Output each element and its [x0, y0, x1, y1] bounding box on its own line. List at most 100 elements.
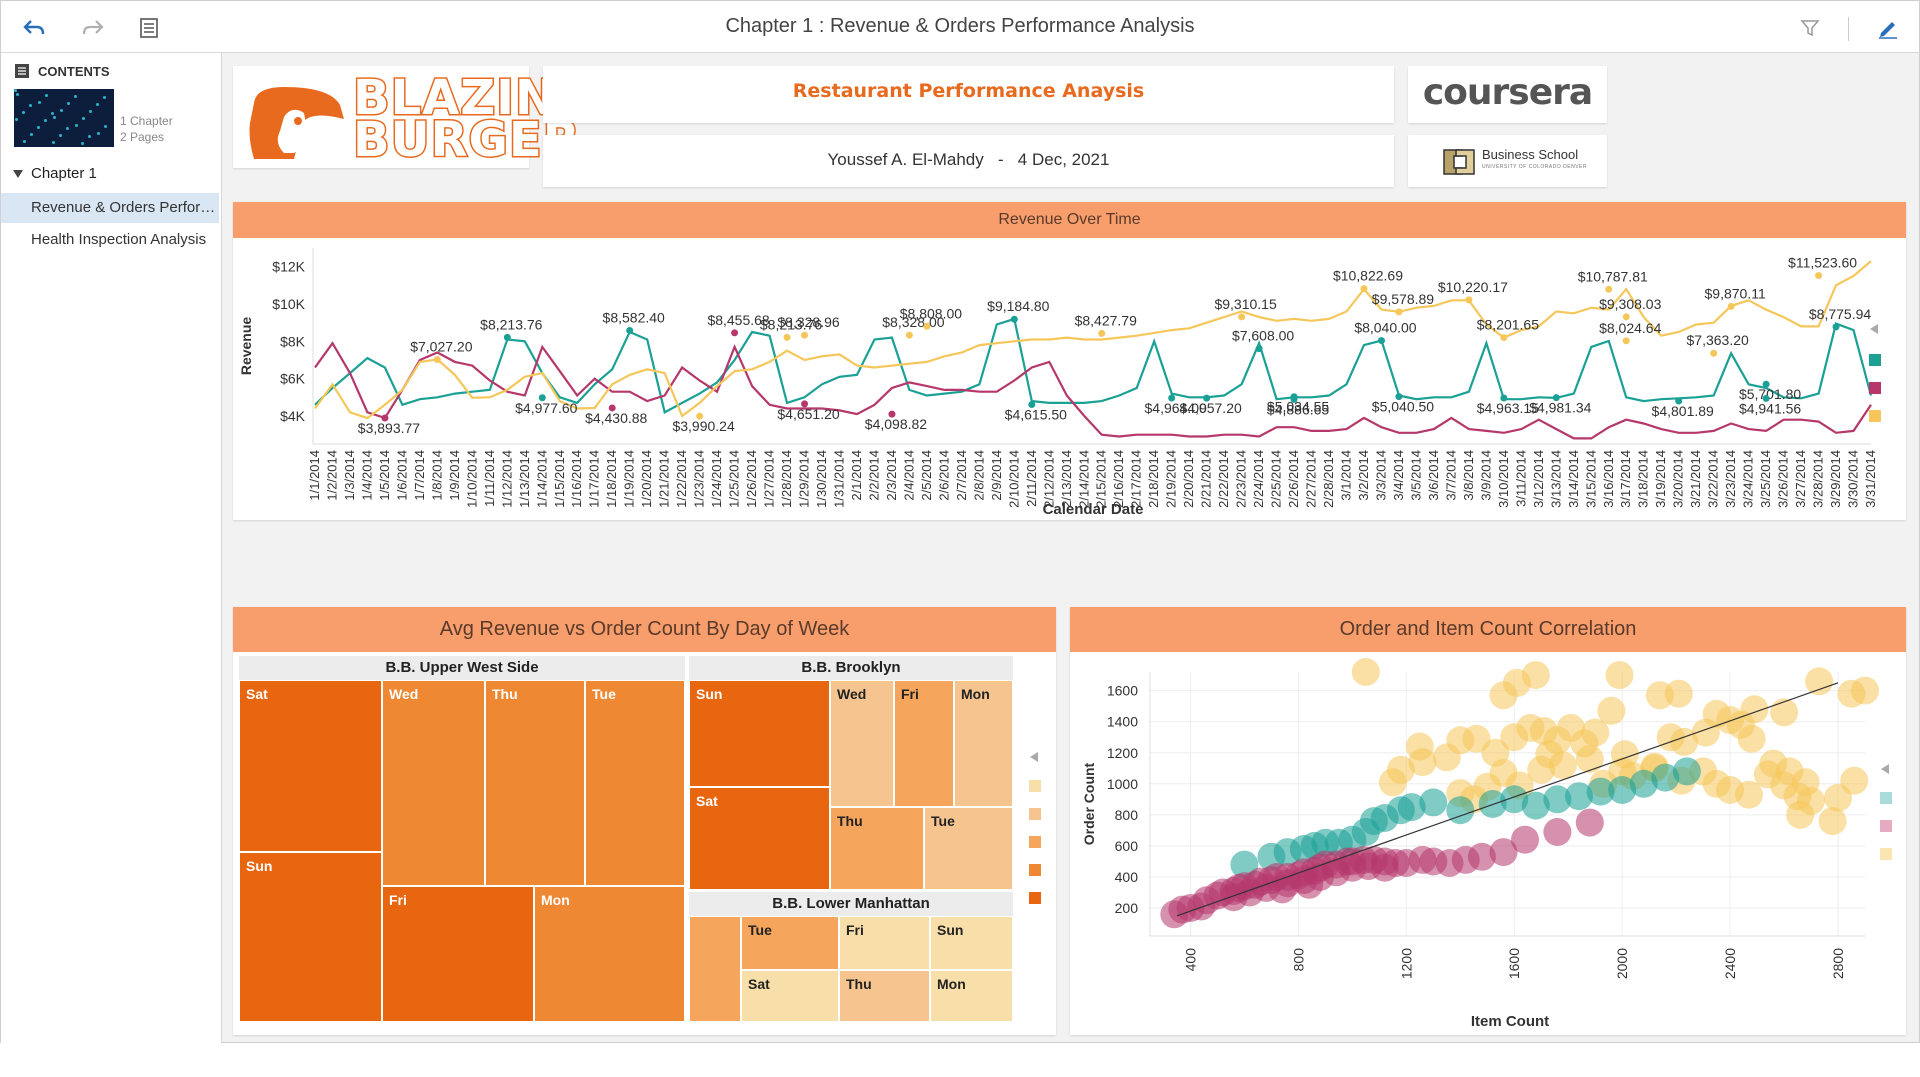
filter-icon[interactable] [1797, 15, 1823, 41]
data-point [1377, 337, 1385, 345]
treemap-cell[interactable]: Fri [382, 886, 534, 1022]
thumbnail-dot [16, 93, 19, 96]
x-tick-label: 2/5/2014 [919, 450, 934, 501]
treemap-cell[interactable] [689, 916, 741, 1022]
treemap-cell[interactable]: Sat [239, 680, 382, 852]
x-tick-label: 2/23/2014 [1234, 450, 1249, 508]
series-line [314, 260, 1872, 420]
author-card: Youssef A. El-Mahdy - 4 Dec, 2021 [543, 135, 1394, 187]
page-count: 2 Pages [120, 130, 165, 144]
legend-swatch-yellow [1869, 410, 1881, 422]
edit-icon[interactable] [1875, 15, 1901, 41]
thumbnail-dot [30, 133, 33, 136]
treemap-cell[interactable]: Thu [830, 807, 924, 890]
x-tick-label: 1/28/2014 [779, 450, 794, 508]
treemap-cell[interactable]: Sun [689, 680, 830, 787]
legend-swatch [1029, 780, 1041, 792]
top-toolbar: Chapter 1 : Revenue & Orders Performance… [1, 1, 1919, 53]
cu-emblem-icon [1443, 149, 1475, 175]
legend-swatch-teal [1880, 792, 1892, 804]
scatter-point [1295, 870, 1324, 899]
treemap-cell[interactable]: Fri [839, 916, 930, 970]
sidebar-item-revenue-orders[interactable]: Revenue & Orders Performance Analysis [1, 193, 219, 223]
y-tick-label: 1600 [1107, 683, 1138, 699]
caret-down-icon [13, 169, 23, 178]
x-tick-label: 1/23/2014 [692, 450, 707, 508]
data-point [923, 322, 931, 330]
treemap-cell[interactable]: Mon [534, 886, 685, 1022]
y-tick-label: $4K [280, 408, 306, 424]
data-point [1622, 313, 1630, 321]
legend-collapse-icon[interactable] [1029, 752, 1039, 762]
scatter-point [1851, 676, 1879, 705]
x-tick-label: 1/7/2014 [412, 450, 427, 501]
scatter-point [1597, 696, 1626, 725]
data-point [731, 329, 739, 337]
business-school-logo: Business School UNIVERSITY OF COLORADO D… [1408, 135, 1607, 187]
thumbnail-dot [74, 95, 77, 98]
x-tick-label: 2/4/2014 [901, 450, 916, 501]
data-point [433, 355, 441, 363]
treemap-cell[interactable]: Mon [930, 970, 1013, 1022]
x-tick-label: 1/2/2014 [324, 450, 339, 501]
x-tick-label: 3/15/2014 [1583, 450, 1598, 508]
thumbnail-dot [67, 102, 70, 105]
treemap-cell[interactable]: Fri [894, 680, 954, 807]
data-point [1395, 308, 1403, 316]
x-tick-label: 2/6/2014 [936, 450, 951, 501]
treemap-cell[interactable]: Tue [585, 680, 685, 886]
treemap-cell[interactable]: Wed [830, 680, 894, 807]
dashboard-canvas: BLAZIN' BURGER Restaurant Performance An… [222, 53, 1919, 1043]
treemap-panel: Avg Revenue vs Order Count By Day of Wee… [233, 607, 1056, 1035]
treemap-cell[interactable]: Tue [924, 807, 1013, 890]
x-tick-label: 1600 [1506, 948, 1522, 979]
legend-swatch-magenta [1869, 382, 1881, 394]
scatter-point [1605, 661, 1634, 690]
treemap-cell[interactable]: Wed [382, 680, 485, 886]
contents-label: CONTENTS [38, 63, 110, 79]
x-tick-label: 800 [1290, 948, 1306, 972]
data-point [1010, 315, 1018, 323]
x-tick-label: 1/13/2014 [517, 450, 532, 508]
contents-header: CONTENTS [15, 61, 110, 81]
treemap-cell[interactable]: Thu [839, 970, 930, 1022]
data-label: $4,615.50 [1005, 407, 1067, 423]
x-tick-label: 2/27/2014 [1304, 450, 1319, 508]
y-tick-label: 1000 [1107, 776, 1138, 792]
treemap-cell[interactable]: Sat [689, 787, 830, 890]
data-label: $9,308.03 [1599, 296, 1661, 312]
x-tick-label: 1/4/2014 [359, 450, 374, 501]
scatter-title: Order and Item Count Correlation [1070, 607, 1906, 652]
legend-collapse-icon[interactable] [1869, 324, 1879, 334]
legend-swatch [1029, 864, 1041, 876]
x-tick-label: 3/19/2014 [1653, 450, 1668, 508]
data-point [1255, 345, 1263, 353]
author-name: Youssef A. El-Mahdy [827, 150, 984, 169]
x-tick-label: 2/15/2014 [1094, 450, 1109, 508]
x-tick-label: 3/25/2014 [1758, 450, 1773, 508]
treemap-cell[interactable]: Sat [741, 970, 839, 1022]
data-label: $8,040.00 [1354, 320, 1416, 336]
data-label: $4,886.65 [1267, 401, 1329, 417]
chapter-thumbnail[interactable] [14, 89, 114, 147]
author-separator: - [997, 150, 1004, 169]
app-window: Chapter 1 : Revenue & Orders Performance… [0, 0, 1920, 1043]
chapter-toggle[interactable]: Chapter 1 [13, 165, 97, 182]
thumbnail-dot [96, 103, 99, 106]
legend-collapse-icon[interactable] [1880, 764, 1890, 774]
sidebar-item-health-inspection[interactable]: Health Inspection Analysis [1, 225, 219, 255]
scatter-point [1370, 853, 1399, 882]
y-tick-label: 200 [1115, 900, 1139, 916]
treemap-cell[interactable]: Mon [954, 680, 1013, 807]
treemap-cell[interactable]: Thu [485, 680, 585, 886]
treemap-cell[interactable]: Sun [239, 852, 382, 1022]
data-point [1238, 313, 1246, 321]
x-tick-label: 2/26/2014 [1286, 450, 1301, 508]
coursera-logo: coursera [1408, 66, 1607, 123]
data-label: $10,220.17 [1438, 279, 1508, 295]
scatter-point [1575, 808, 1604, 837]
data-label: $4,981.34 [1529, 400, 1591, 416]
treemap-cell[interactable]: Sun [930, 916, 1013, 970]
x-tick-label: 1/30/2014 [814, 450, 829, 508]
treemap-cell[interactable]: Tue [741, 916, 839, 970]
